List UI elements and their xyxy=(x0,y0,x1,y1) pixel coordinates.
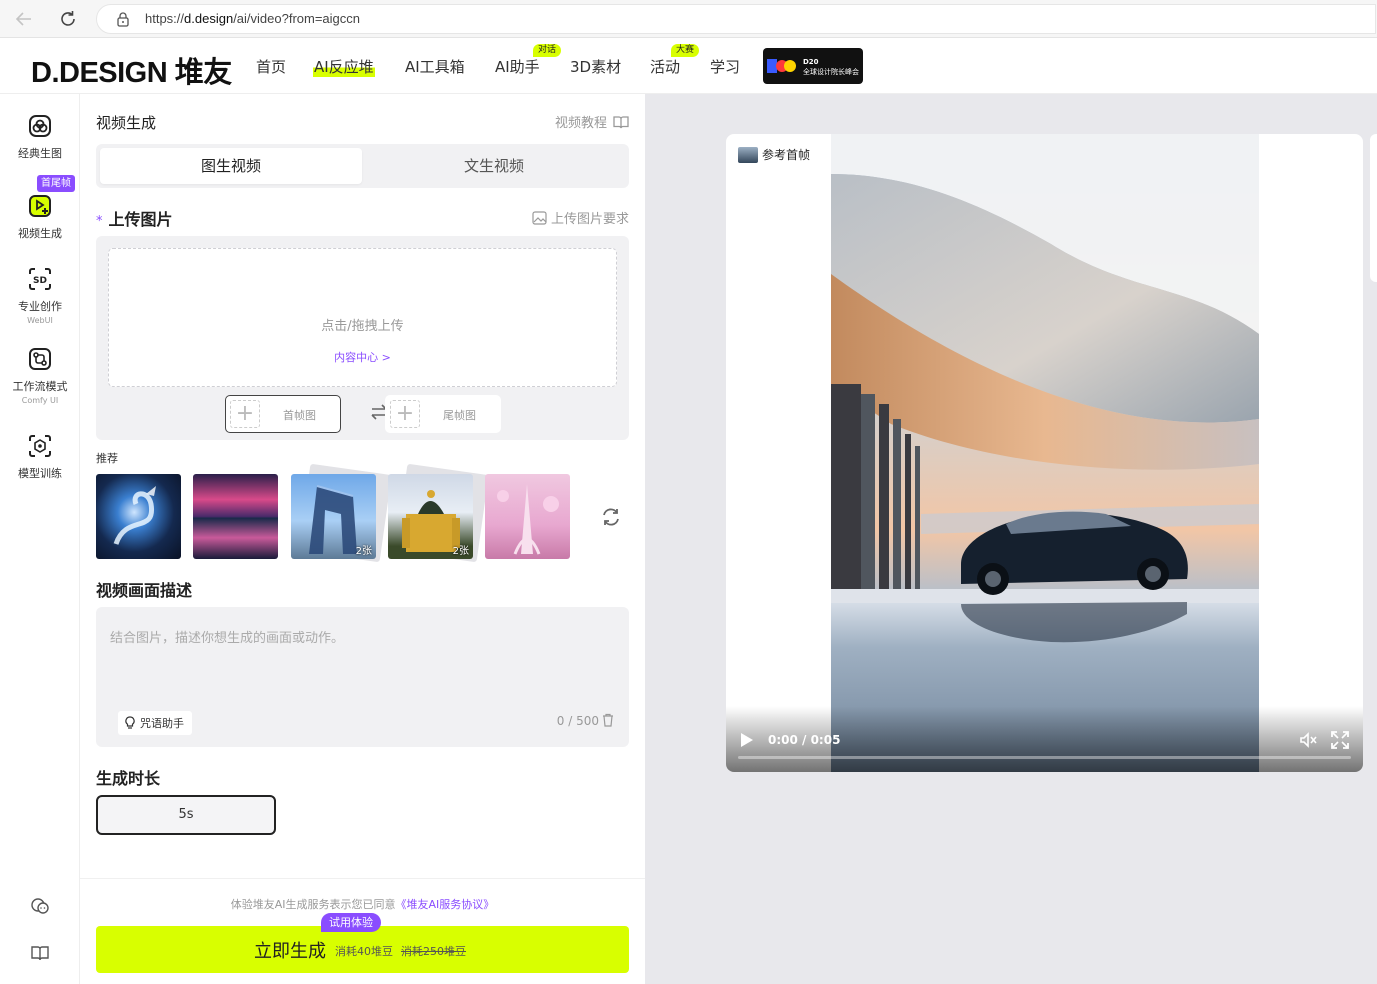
required-asterisk: * xyxy=(96,214,103,229)
fullscreen-icon[interactable] xyxy=(1330,730,1350,750)
last-frame-slot[interactable]: + 尾帧图 xyxy=(385,395,501,433)
workflow-icon xyxy=(29,348,51,370)
model-icon xyxy=(29,435,51,457)
nav-ai-toolbox[interactable]: AI工具箱 xyxy=(405,56,465,77)
duration-option-5s[interactable]: 5s xyxy=(96,795,276,835)
video-tutorial-link[interactable]: 视频教程 xyxy=(555,112,629,131)
video-add-icon xyxy=(29,195,51,217)
nav-events[interactable]: 活动 xyxy=(650,56,680,77)
reference-thumbnail xyxy=(738,146,758,163)
chat-icon[interactable] xyxy=(30,896,50,916)
char-counter: 0 / 500 xyxy=(556,714,599,728)
nav-badge-chat: 对话 xyxy=(533,44,562,57)
trial-badge: 试用体验 xyxy=(321,913,381,932)
first-frame-slot[interactable]: + 首帧图 xyxy=(225,395,341,433)
site-logo[interactable]: D.DESIGN 堆友 xyxy=(31,49,232,91)
duration-section-label: 生成时长 xyxy=(96,769,161,788)
sd-icon: SD xyxy=(29,268,51,290)
image-icon xyxy=(532,210,547,225)
plus-icon: + xyxy=(390,400,420,428)
sidebar-item-pro-creation[interactable]: SD 专业创作 WebUI xyxy=(0,267,80,325)
upload-area: 点击/拖拽上传 内容中心 > + 首帧图 + 尾帧图 xyxy=(96,236,629,440)
description-section-label: 视频画面描述 xyxy=(96,581,193,600)
upload-section-label: * 上传图片 xyxy=(96,210,173,229)
refresh-recommend-icon[interactable] xyxy=(600,506,622,528)
tab-image-to-video[interactable]: 图生视频 xyxy=(100,148,362,184)
trash-icon[interactable] xyxy=(601,713,615,727)
mode-tabs: 图生视频 文生视频 xyxy=(96,144,629,188)
reload-icon[interactable] xyxy=(57,8,79,30)
sidebar-badge-first-last-frame: 首尾帧 xyxy=(37,175,75,192)
d20-promo-banner[interactable]: D20 全球设计院长峰会 xyxy=(763,48,863,84)
palette-icon xyxy=(29,115,51,137)
nav-learn[interactable]: 学习 xyxy=(710,56,740,77)
generate-button[interactable]: 立即生成 消耗40堆豆 消耗250堆豆 xyxy=(96,926,629,973)
video-time: 0:00 / 0:05 xyxy=(768,733,841,747)
panel-title: 视频生成 xyxy=(96,114,157,132)
recommend-thumb-cathedral[interactable]: 2张 xyxy=(388,474,473,559)
recommend-thumb-galaxy[interactable] xyxy=(193,474,278,559)
lightbulb-icon xyxy=(125,716,135,729)
video-player[interactable] xyxy=(831,134,1259,772)
sidebar-item-workflow-mode[interactable]: 工作流模式 Comfy UI xyxy=(0,347,80,405)
url-text: https://d.design/ai/video?from=aigccn xyxy=(145,11,361,26)
browser-toolbar: https://d.design/ai/video?from=aigccn xyxy=(0,0,1377,38)
content-center-link[interactable]: 内容中心 > xyxy=(109,349,616,365)
recommend-thumb-cctv[interactable]: 2张 xyxy=(291,474,376,559)
nav-badge-contest: 大赛 xyxy=(671,44,700,57)
back-arrow-icon[interactable] xyxy=(13,8,35,30)
recommend-thumb-eiffel[interactable] xyxy=(485,474,570,559)
sidebar-item-video-generation[interactable]: 视频生成 xyxy=(0,194,80,241)
video-controls: 0:00 / 0:05 xyxy=(726,706,1363,772)
nav-ai-reactor[interactable]: AI反应堆 xyxy=(313,56,375,77)
tool-sidebar: 经典生图 首尾帧 视频生成 SD 专业创作 WebUI 工作流模式 Comfy … xyxy=(0,94,80,984)
image-dropzone[interactable]: 点击/拖拽上传 内容中心 > xyxy=(108,248,617,387)
site-header: D.DESIGN 堆友 首页 AI反应堆 AI工具箱 AI助手 对话 3D素材 … xyxy=(0,38,1377,94)
svg-text:SD: SD xyxy=(33,276,47,286)
address-bar[interactable]: https://d.design/ai/video?from=aigccn xyxy=(96,4,1376,34)
plus-icon: + xyxy=(230,400,260,428)
tab-text-to-video[interactable]: 文生视频 xyxy=(363,148,625,184)
mute-icon[interactable] xyxy=(1298,730,1318,750)
recommend-label: 推荐 xyxy=(96,452,118,465)
prompt-helper-button[interactable]: 咒语助手 xyxy=(118,711,192,735)
lock-icon xyxy=(115,11,131,27)
open-book-icon xyxy=(613,115,629,128)
footer-divider xyxy=(80,878,645,879)
service-agreement-link[interactable]: 《堆友AI服务协议》 xyxy=(396,898,495,911)
book-icon[interactable] xyxy=(30,943,50,963)
nav-home[interactable]: 首页 xyxy=(256,56,286,77)
nav-ai-assistant[interactable]: AI助手 xyxy=(495,56,540,77)
video-generation-panel: 视频生成 视频教程 图生视频 文生视频 * 上传图片 上传图片要求 点击/拖拽上传… xyxy=(80,94,645,984)
d20-logo-icon xyxy=(767,59,796,73)
description-textarea[interactable]: 结合图片，描述你想生成的画面或动作。 咒语助手 0 / 500 xyxy=(96,607,629,747)
side-card-edge xyxy=(1370,134,1377,282)
video-progress-bar[interactable] xyxy=(738,756,1351,759)
play-icon[interactable] xyxy=(740,732,754,748)
sidebar-item-model-training[interactable]: 模型训练 xyxy=(0,434,80,481)
sidebar-item-classic-image[interactable]: 经典生图 xyxy=(0,114,80,161)
upload-requirements-link[interactable]: 上传图片要求 xyxy=(532,208,629,227)
agreement-text: 体验堆友AI生成服务表示您已同意《堆友AI服务协议》 xyxy=(230,898,495,911)
recommend-thumb-dragon[interactable] xyxy=(96,474,181,559)
nav-3d-assets[interactable]: 3D素材 xyxy=(570,56,621,77)
reference-frame-tag: 参考首帧 xyxy=(738,146,810,163)
